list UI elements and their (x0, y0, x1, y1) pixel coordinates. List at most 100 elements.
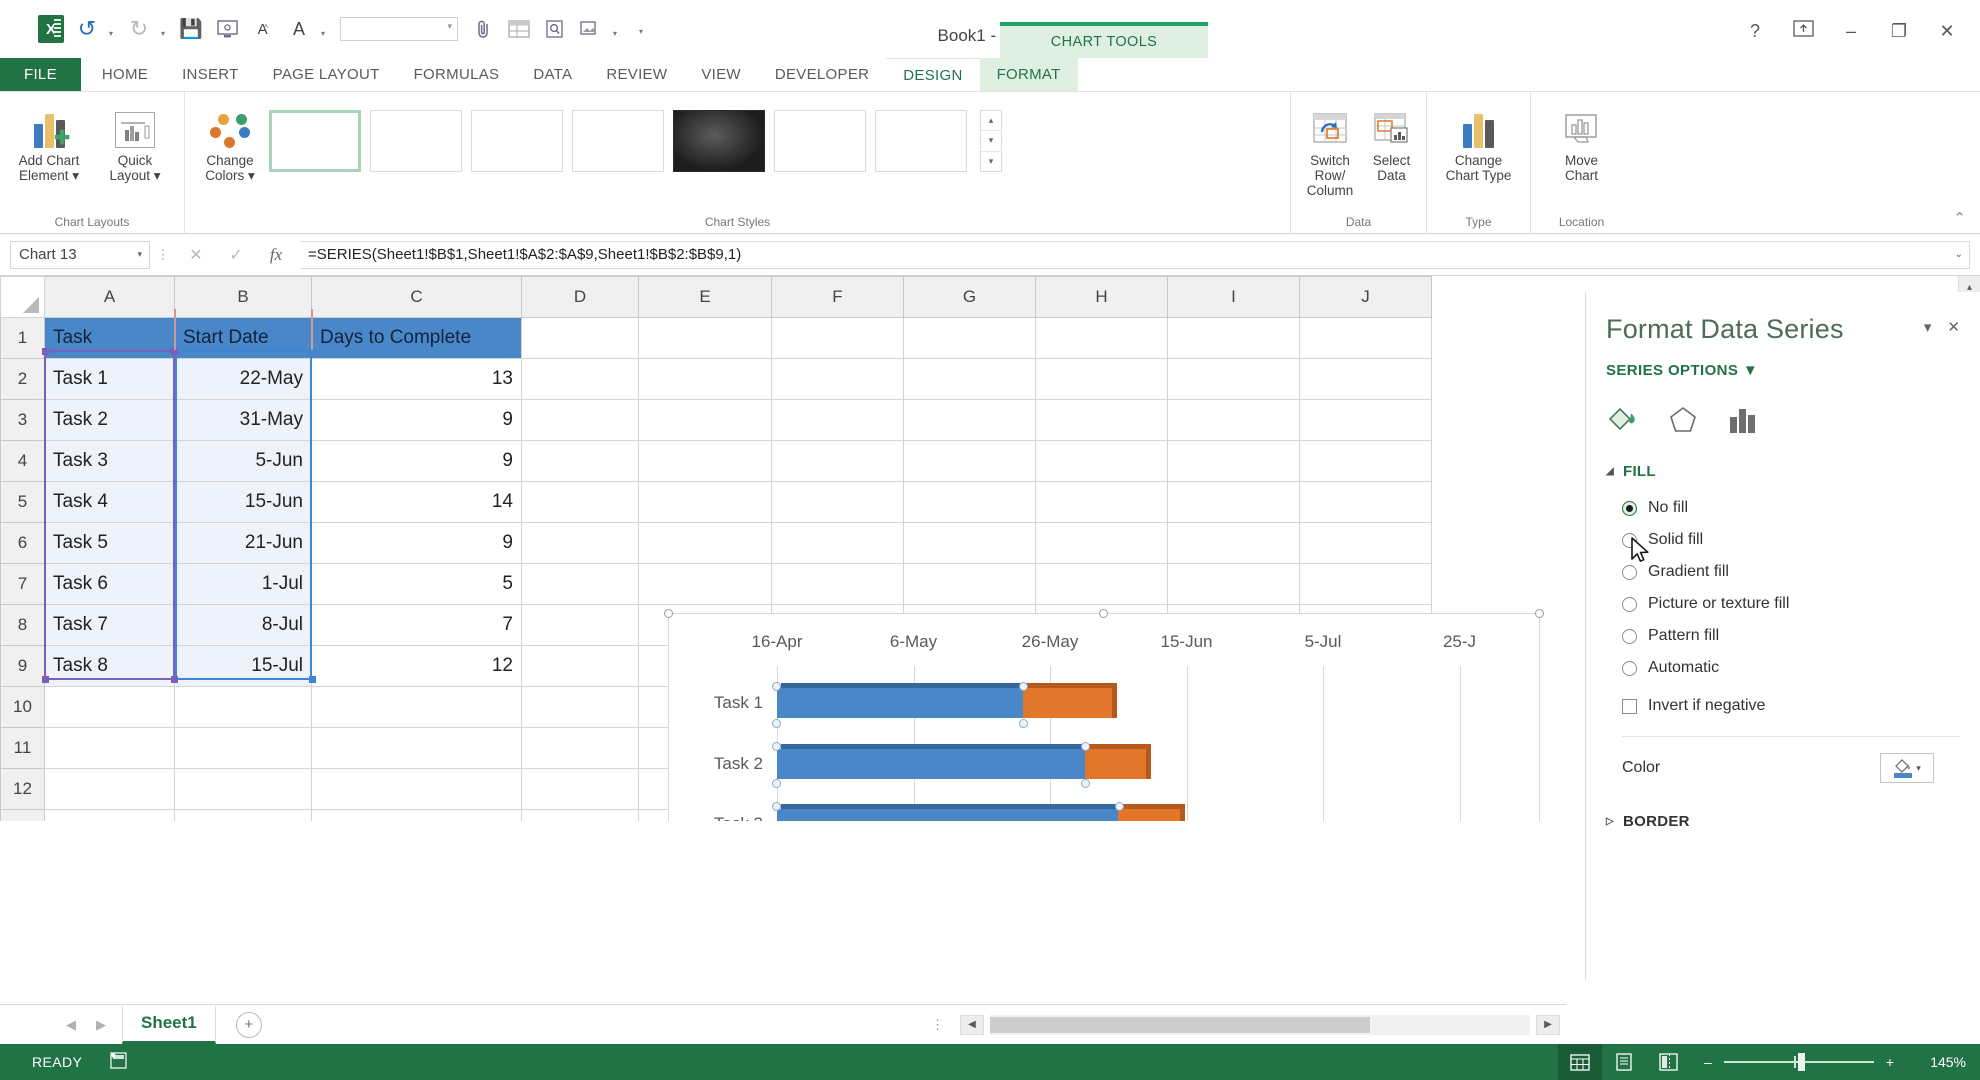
chart-style-4[interactable] (572, 110, 664, 172)
scroll-right-icon[interactable]: ▶ (1536, 1014, 1560, 1035)
sheet-tab-sheet1[interactable]: Sheet1 (122, 1005, 216, 1044)
chart-resize-handle[interactable] (1099, 609, 1108, 618)
cell-c10[interactable] (311, 686, 522, 728)
pane-options-caret-icon[interactable]: ▾ (1924, 318, 1932, 336)
zoom-level[interactable]: 145% (1906, 1054, 1966, 1070)
cell-d6[interactable] (521, 522, 639, 564)
cell-b1[interactable]: Start Date (174, 317, 312, 359)
tab-file[interactable]: FILE (0, 58, 81, 91)
collapse-ribbon-button[interactable]: ⌃ (1953, 209, 1966, 227)
radio-indicator[interactable] (1622, 500, 1637, 516)
row-header-4[interactable]: 4 (0, 440, 45, 482)
page-layout-icon[interactable] (1602, 1044, 1646, 1080)
cell-h1[interactable] (1035, 317, 1168, 359)
plot-area[interactable]: 16-Apr 6-May 26-May 15-Jun 5-Jul 25-J Ta… (714, 632, 1527, 821)
row-header-8[interactable]: 8 (0, 604, 45, 646)
cell-j1[interactable] (1299, 317, 1432, 359)
cell-j3[interactable] (1299, 399, 1432, 441)
cell-d9[interactable] (521, 645, 639, 687)
chart-style-3[interactable] (471, 110, 563, 172)
radio-picture-or-texture-fill[interactable]: Picture or texture fill (1622, 588, 1960, 620)
radio-indicator[interactable] (1622, 596, 1637, 612)
cell-d8[interactable] (521, 604, 639, 646)
cell-a4[interactable]: Task 3 (44, 440, 175, 482)
save-button[interactable]: 💾 (174, 13, 208, 45)
cell-b8[interactable]: 8-Jul (174, 604, 312, 646)
find-icon[interactable] (538, 13, 572, 45)
cell-e3[interactable] (638, 399, 772, 441)
range-handle[interactable] (42, 676, 49, 683)
change-chart-type-button[interactable]: Change Chart Type (1433, 100, 1524, 183)
fill-expand-icon[interactable]: ◢ (1606, 466, 1614, 477)
quick-access-combo[interactable] (340, 17, 458, 41)
cell-d11[interactable] (521, 727, 639, 769)
radio-no-fill[interactable]: No fill (1622, 492, 1960, 524)
row-header-2[interactable]: 2 (0, 358, 45, 400)
switch-row-column-button[interactable]: Switch Row/ Column (1297, 100, 1363, 198)
horizontal-scroll-track[interactable] (990, 1014, 1530, 1035)
tab-developer[interactable]: DEVELOPER (758, 58, 886, 91)
row-header-5[interactable]: 5 (0, 481, 45, 523)
bar-series-start-2[interactable] (777, 743, 1090, 779)
cell-c1[interactable]: Days to Complete (311, 317, 522, 359)
name-box-dropdown-icon[interactable]: ▾ (137, 249, 142, 260)
series-selection-handle[interactable] (1019, 718, 1029, 728)
cell-g3[interactable] (903, 399, 1036, 441)
row-header-7[interactable]: 7 (0, 563, 45, 605)
cell-h3[interactable] (1035, 399, 1168, 441)
cell-f6[interactable] (771, 522, 904, 564)
close-button[interactable]: ✕ (1934, 21, 1960, 42)
tab-home[interactable]: HOME (85, 58, 165, 91)
tab-data[interactable]: DATA (516, 58, 589, 91)
decrease-font-size-button[interactable]: A (282, 13, 316, 45)
cell-f1[interactable] (771, 317, 904, 359)
cell-d13[interactable] (521, 809, 639, 821)
undo-dropdown-icon[interactable]: ▾ (106, 13, 120, 45)
zoom-slider-track[interactable] (1723, 1053, 1874, 1071)
column-header-e[interactable]: E (638, 276, 772, 318)
cell-i1[interactable] (1167, 317, 1300, 359)
chart-styles-scroll-down-icon[interactable]: ▾ (981, 131, 1001, 152)
cell-e5[interactable] (638, 481, 772, 523)
cell-d10[interactable] (521, 686, 639, 728)
cell-c8[interactable]: 7 (311, 604, 522, 646)
cell-b3[interactable]: 31-May (174, 399, 312, 441)
picture-dropdown-icon[interactable]: ▾ (610, 13, 624, 45)
column-header-g[interactable]: G (903, 276, 1036, 318)
cell-i4[interactable] (1167, 440, 1300, 482)
row-header-9[interactable]: 9 (0, 645, 45, 687)
series-selection-handle[interactable] (772, 718, 781, 728)
cell-b5[interactable]: 15-Jun (174, 481, 312, 523)
normal-view-icon[interactable] (1558, 1044, 1603, 1080)
bar-series-start-1[interactable] (777, 683, 1028, 719)
restore-button[interactable]: ❐ (1886, 21, 1912, 42)
row-header-13[interactable]: 13 (0, 809, 45, 821)
cell-c6[interactable]: 9 (311, 522, 522, 564)
scroll-left-icon[interactable]: ◀ (960, 1014, 984, 1035)
radio-pattern-fill[interactable]: Pattern fill (1622, 620, 1960, 652)
row-header-3[interactable]: 3 (0, 399, 45, 441)
chart-style-2[interactable] (370, 110, 462, 172)
cell-f2[interactable] (771, 358, 904, 400)
row-header-12[interactable]: 12 (0, 768, 45, 810)
undo-button[interactable]: ↺ (70, 13, 104, 45)
cell-j6[interactable] (1299, 522, 1432, 564)
cell-d12[interactable] (521, 768, 639, 810)
add-chart-element-button[interactable]: ✚ Add Chart Element ▾ (6, 100, 92, 183)
pane-close-icon[interactable]: ✕ (1947, 318, 1960, 336)
tab-page-layout[interactable]: PAGE LAYOUT (256, 58, 397, 91)
radio-indicator[interactable] (1622, 660, 1637, 676)
cell-a9[interactable]: Task 8 (44, 645, 175, 687)
redo-dropdown-icon[interactable]: ▾ (158, 13, 172, 45)
cell-c9[interactable]: 12 (311, 645, 522, 687)
cell-e7[interactable] (638, 563, 772, 605)
new-sheet-button[interactable]: + (235, 1011, 262, 1038)
row-header-1[interactable]: 1 (0, 317, 45, 359)
cell-c3[interactable]: 9 (311, 399, 522, 441)
bar-series-duration-1[interactable] (1023, 683, 1117, 719)
column-header-c[interactable]: C (311, 276, 522, 318)
cell-f5[interactable] (771, 481, 904, 523)
bar-series-start-3[interactable] (777, 803, 1124, 821)
chart-styles-scroll[interactable]: ▴ ▾ ▾ (980, 110, 1002, 172)
cell-d4[interactable] (521, 440, 639, 482)
